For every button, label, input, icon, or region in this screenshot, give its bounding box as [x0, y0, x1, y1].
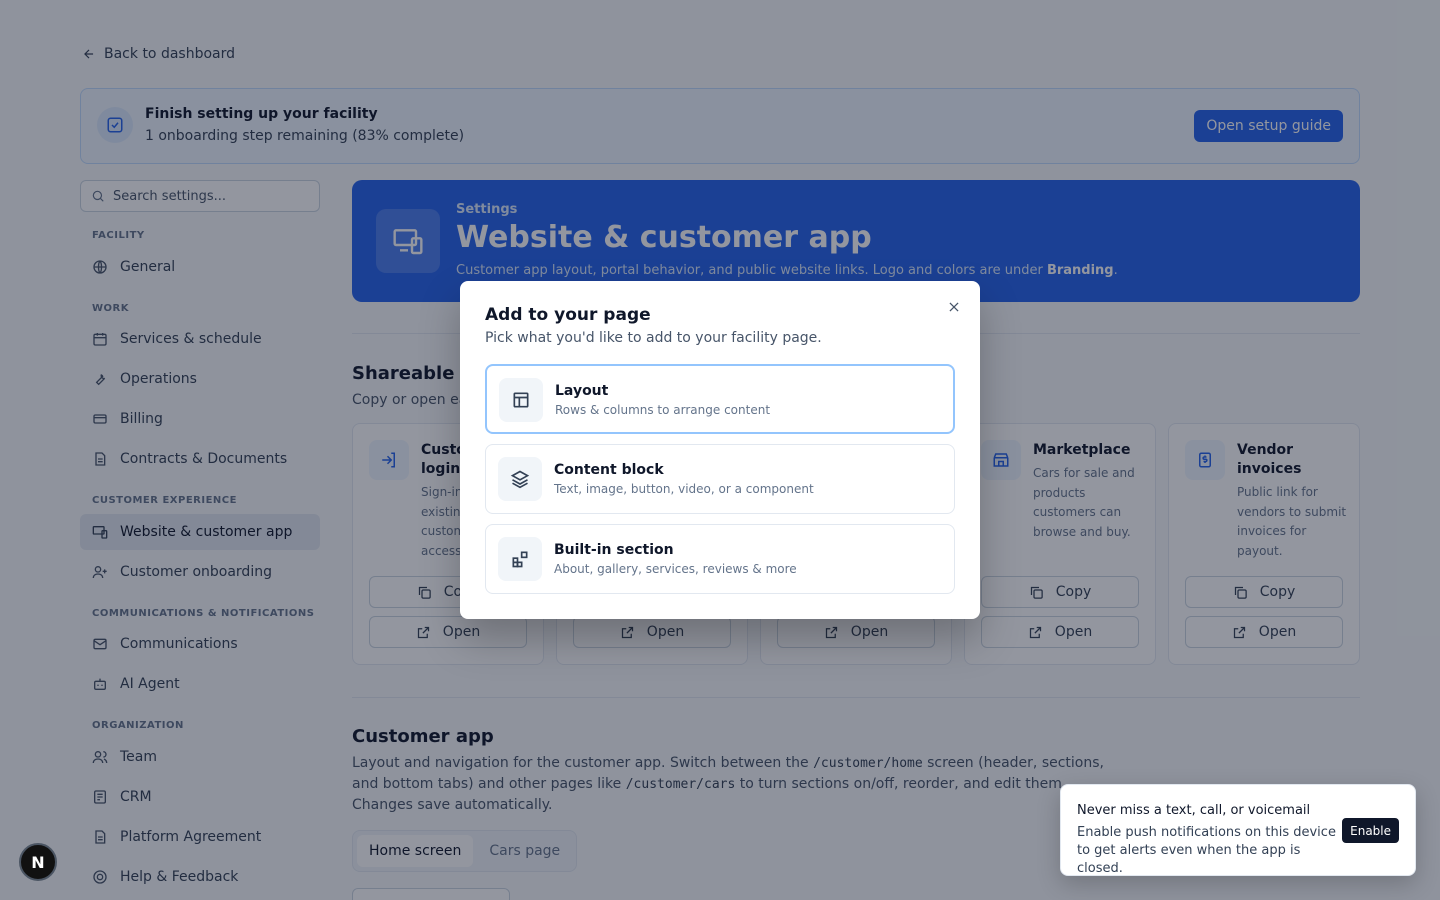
layout-icon — [499, 378, 543, 422]
option-description: About, gallery, services, reviews & more — [554, 562, 797, 576]
blocks-icon — [498, 537, 542, 581]
dialog-title: Add to your page — [485, 305, 651, 325]
push-notification-prompt: Never miss a text, call, or voicemail En… — [1060, 784, 1416, 876]
option-title: Content block — [554, 462, 664, 478]
option-content-block[interactable]: Content block Text, image, button, video… — [485, 444, 955, 514]
option-description: Rows & columns to arrange content — [555, 403, 771, 417]
option-description: Text, image, button, video, or a compone… — [554, 482, 814, 496]
option-title: Layout — [555, 383, 609, 399]
toast-description: Enable push notifications on this device… — [1077, 825, 1336, 876]
toast-title: Never miss a text, call, or voicemail — [1077, 803, 1311, 818]
dev-tools-badge[interactable]: N — [19, 843, 57, 881]
layers-icon — [498, 457, 542, 501]
option-layout[interactable]: Layout Rows & columns to arrange content — [485, 364, 955, 434]
close-icon[interactable] — [944, 297, 964, 317]
option-built-in-section[interactable]: Built-in section About, gallery, service… — [485, 524, 955, 594]
add-to-page-dialog: Add to your page Pick what you'd like to… — [460, 281, 980, 619]
dialog-subtitle: Pick what you'd like to add to your faci… — [485, 330, 822, 346]
enable-button[interactable]: Enable — [1342, 818, 1399, 843]
option-title: Built-in section — [554, 542, 674, 558]
